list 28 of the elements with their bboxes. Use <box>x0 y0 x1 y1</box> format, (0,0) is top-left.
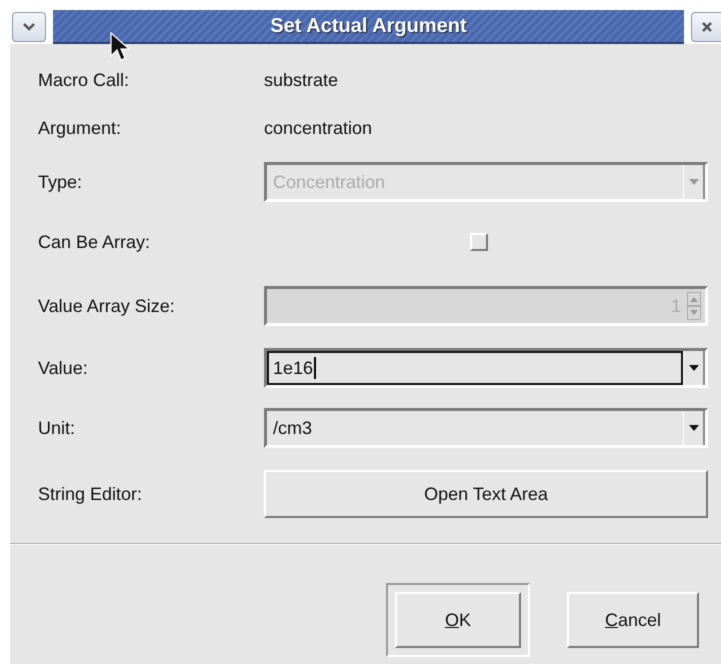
dropdown-arrow-icon <box>688 364 700 372</box>
field-label: Value Array Size: <box>38 296 176 316</box>
checkbox[interactable] <box>470 233 488 251</box>
combo-text: 1e16 <box>267 351 683 385</box>
combo-text: Concentration <box>272 170 386 194</box>
open-text-area-button[interactable]: Open Text Area <box>264 470 708 518</box>
field-label: Type: <box>38 172 84 192</box>
chevron-down-icon <box>22 22 36 32</box>
field-label: String Editor: <box>38 484 144 504</box>
close-button[interactable] <box>691 12 721 42</box>
close-icon <box>700 21 712 33</box>
field-label: Can Be Array: <box>38 232 152 252</box>
spin-arrows-icon <box>687 292 701 320</box>
combo-box[interactable]: 1e16 <box>264 348 708 388</box>
combo-text: /cm3 <box>272 416 314 440</box>
dropdown-arrow-icon <box>688 424 700 432</box>
field-label: Macro Call: <box>38 70 130 90</box>
field-label: Value: <box>38 358 89 378</box>
window-title: Set Actual Argument <box>270 14 467 38</box>
dialog-button[interactable]: Cancel <box>567 592 699 648</box>
field-label: Unit: <box>38 418 76 438</box>
dropdown-arrow-icon <box>688 178 700 186</box>
window-menu-button[interactable] <box>12 12 46 42</box>
field-value: concentration <box>264 118 372 138</box>
combo-box[interactable]: /cm3 <box>264 408 708 448</box>
field-value: substrate <box>264 70 338 90</box>
dialog-button[interactable]: OK <box>395 592 521 648</box>
field-label: Argument: <box>38 118 122 138</box>
